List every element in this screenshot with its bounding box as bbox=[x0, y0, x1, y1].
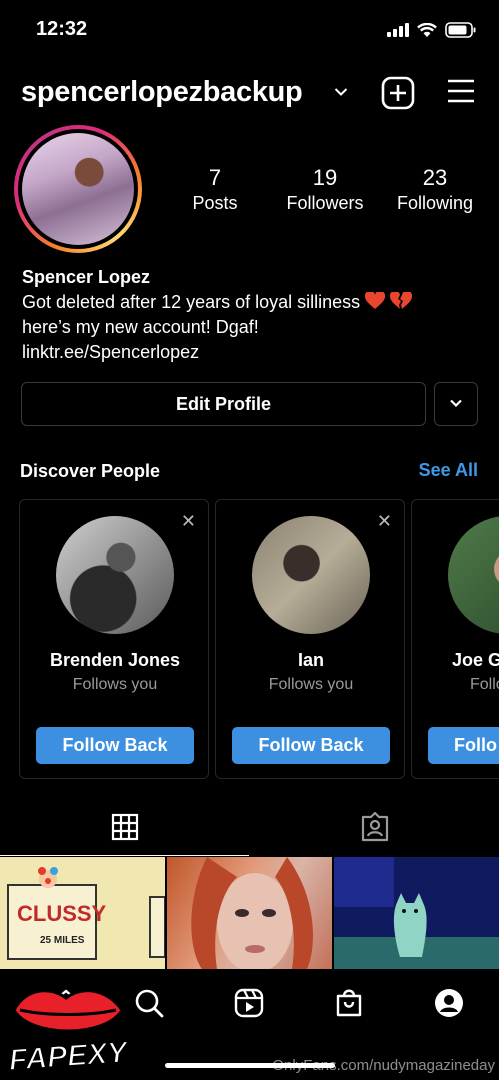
add-icon[interactable] bbox=[381, 76, 415, 115]
broken-heart-icon bbox=[390, 290, 413, 315]
profile-header: spencerlopezbackup bbox=[0, 70, 499, 116]
status-time: 12:32 bbox=[36, 18, 88, 40]
see-all-link[interactable]: See All bbox=[419, 460, 478, 481]
bio-link[interactable]: linktr.ee/Spencerlopez bbox=[22, 340, 482, 365]
profile-bio: Spencer Lopez Got deleted after 12 years… bbox=[22, 265, 482, 365]
username[interactable]: spencerlopezbackup bbox=[21, 76, 303, 109]
discover-cards[interactable]: ✕ Brenden Jones Follows you Follow Back … bbox=[19, 499, 499, 779]
stat-followers[interactable]: 19 Followers bbox=[270, 165, 380, 215]
follow-back-button[interactable]: Follo bbox=[428, 727, 499, 764]
selfie-photo bbox=[191, 857, 313, 969]
profile-avatar[interactable] bbox=[14, 125, 142, 253]
post-sign-subtext: 25 MILES bbox=[40, 935, 85, 946]
watermark: OnlyFans.com/nudymagazineday bbox=[272, 1057, 495, 1074]
close-icon[interactable]: ✕ bbox=[181, 512, 196, 530]
heart-icon bbox=[365, 290, 386, 315]
profile-tabs bbox=[0, 802, 499, 856]
fapexy-logo: FAPEXY bbox=[6, 980, 132, 1078]
display-name: Spencer Lopez bbox=[22, 267, 151, 287]
svg-text:FAPEXY: FAPEXY bbox=[8, 1036, 130, 1074]
menu-icon[interactable] bbox=[446, 78, 476, 109]
cat-photo bbox=[334, 857, 499, 969]
suggestion-name[interactable]: Ian bbox=[216, 650, 406, 671]
chevron-down-icon bbox=[449, 395, 463, 413]
status-bar: 12:32 bbox=[0, 0, 499, 60]
signal-icon bbox=[387, 23, 409, 37]
suggestion-name[interactable]: Brenden Jones bbox=[20, 650, 210, 671]
tab-tagged[interactable] bbox=[250, 802, 499, 856]
active-tab-indicator bbox=[0, 855, 249, 856]
discover-people-title: Discover People bbox=[20, 461, 161, 481]
suggestion-subtitle: Follows you bbox=[72, 676, 158, 693]
suggestion-avatar[interactable] bbox=[56, 516, 174, 634]
edit-profile-button[interactable]: Edit Profile bbox=[21, 382, 426, 426]
suggestion-name[interactable]: Joe G bbox=[452, 650, 499, 671]
suggestion-card: ✕ Brenden Jones Follows you Follow Back bbox=[19, 499, 209, 779]
chevron-down-icon[interactable] bbox=[334, 84, 348, 102]
status-icons bbox=[387, 22, 477, 38]
suggestion-subtitle: Follo bbox=[470, 676, 499, 693]
battery-icon bbox=[445, 22, 477, 38]
post-thumbnail[interactable] bbox=[167, 857, 332, 969]
bio-line-2: here’s my new account! Dgaf! bbox=[22, 317, 259, 337]
search-icon[interactable] bbox=[133, 987, 165, 1024]
post-thumbnail[interactable] bbox=[334, 857, 499, 969]
suggestion-avatar[interactable] bbox=[252, 516, 370, 634]
posts-grid: CLUSSY 25 MILES bbox=[0, 857, 499, 969]
stat-posts[interactable]: 7 Posts bbox=[160, 165, 270, 215]
close-icon[interactable]: ✕ bbox=[377, 512, 392, 530]
suggested-toggle-button[interactable] bbox=[434, 382, 478, 426]
tagged-icon bbox=[360, 811, 390, 847]
bio-line: Got deleted after 12 years of loyal sill… bbox=[22, 290, 482, 315]
post-sign-text: CLUSSY bbox=[17, 901, 107, 926]
grid-icon bbox=[111, 813, 139, 846]
follow-back-button[interactable]: Follow Back bbox=[36, 727, 194, 764]
suggestion-subtitle: Follows you bbox=[268, 676, 354, 693]
follow-back-button[interactable]: Follow Back bbox=[232, 727, 390, 764]
reels-icon[interactable] bbox=[233, 987, 265, 1024]
stat-following[interactable]: 23 Following bbox=[380, 165, 490, 215]
wifi-icon bbox=[417, 22, 437, 38]
shop-icon[interactable] bbox=[333, 987, 365, 1024]
tab-posts-grid[interactable] bbox=[0, 802, 249, 856]
profile-stats: 7 Posts 19 Followers 23 Following bbox=[160, 165, 490, 215]
profile-icon[interactable] bbox=[433, 987, 465, 1024]
suggestion-card: Joe G Follo Follo bbox=[411, 499, 499, 779]
profile-actions: Edit Profile bbox=[21, 382, 478, 426]
suggestion-avatar[interactable] bbox=[448, 516, 499, 634]
post-thumbnail[interactable]: CLUSSY 25 MILES bbox=[0, 857, 165, 969]
suggestion-card: ✕ Ian Follows you Follow Back bbox=[215, 499, 405, 779]
avatar-photo bbox=[22, 133, 134, 245]
